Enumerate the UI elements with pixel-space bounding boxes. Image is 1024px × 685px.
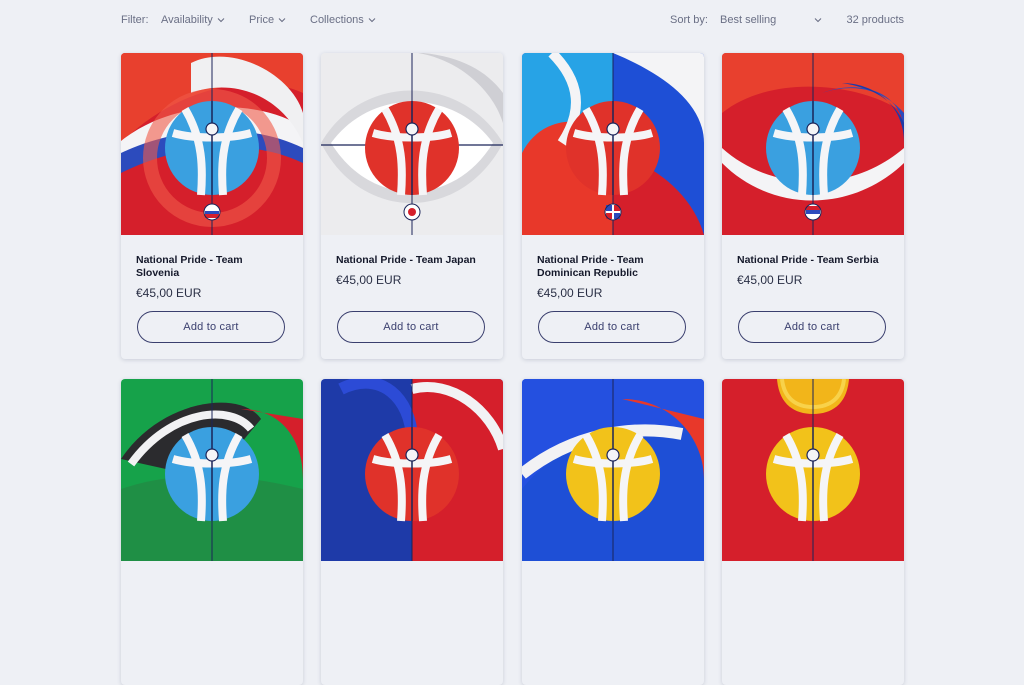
product-card[interactable]: National Pride - Team Slovenia €45,00 EU…: [121, 53, 303, 359]
product-price: €45,00 EUR: [136, 286, 202, 300]
flag-icon: [203, 203, 221, 221]
filter-collections[interactable]: Collections: [310, 14, 376, 26]
filter-availability-label: Availability: [161, 14, 213, 26]
filter-availability[interactable]: Availability: [161, 14, 225, 26]
product-card[interactable]: National Pride - Team Japan €45,00 EUR A…: [321, 53, 503, 359]
sort-select[interactable]: Best selling: [720, 14, 822, 26]
basketball-icon: [766, 101, 860, 196]
basketball-icon: [365, 427, 459, 522]
basketball-icon: [165, 101, 259, 196]
basketball-icon: [566, 101, 660, 196]
sort-value: Best selling: [720, 14, 777, 26]
product-count: 32 products: [846, 14, 904, 26]
basketball-icon: [766, 427, 860, 522]
product-price: €45,00 EUR: [336, 273, 402, 287]
product-title[interactable]: National Pride - Team Dominican Republic: [537, 254, 689, 280]
chevron-down-icon: [368, 16, 376, 24]
product-title[interactable]: National Pride - Team Serbia: [737, 254, 889, 267]
product-card[interactable]: [121, 379, 303, 685]
basketball-icon: [365, 101, 459, 196]
product-card[interactable]: National Pride - Team Serbia €45,00 EUR …: [722, 53, 904, 359]
add-to-cart-button[interactable]: Add to cart: [538, 311, 686, 343]
filter-bar: Filter: Availability Price Collections S…: [121, 10, 904, 32]
product-card[interactable]: [522, 379, 704, 685]
product-card[interactable]: National Pride - Team Dominican Republic…: [522, 53, 704, 359]
add-to-cart-button[interactable]: Add to cart: [337, 311, 485, 343]
filter-price-label: Price: [249, 14, 275, 26]
product-card[interactable]: [321, 379, 503, 685]
chevron-down-icon: [217, 16, 225, 24]
product-price: €45,00 EUR: [737, 273, 803, 287]
product-title[interactable]: National Pride - Team Japan: [336, 254, 488, 267]
product-card[interactable]: [722, 379, 904, 685]
filter-label: Filter:: [121, 14, 149, 26]
add-to-cart-button[interactable]: Add to cart: [738, 311, 886, 343]
product-price: €45,00 EUR: [537, 286, 603, 300]
filter-price[interactable]: Price: [249, 14, 286, 26]
add-to-cart-button[interactable]: Add to cart: [137, 311, 285, 343]
product-title[interactable]: National Pride - Team Slovenia: [136, 254, 288, 280]
sort-label: Sort by:: [670, 14, 708, 26]
basketball-icon: [566, 427, 660, 522]
chevron-down-icon: [814, 16, 822, 24]
flag-icon: [403, 203, 421, 221]
chevron-down-icon: [278, 16, 286, 24]
basketball-icon: [165, 427, 259, 522]
filter-collections-label: Collections: [310, 14, 364, 26]
flag-icon: [604, 203, 622, 221]
flag-icon: [804, 203, 822, 221]
